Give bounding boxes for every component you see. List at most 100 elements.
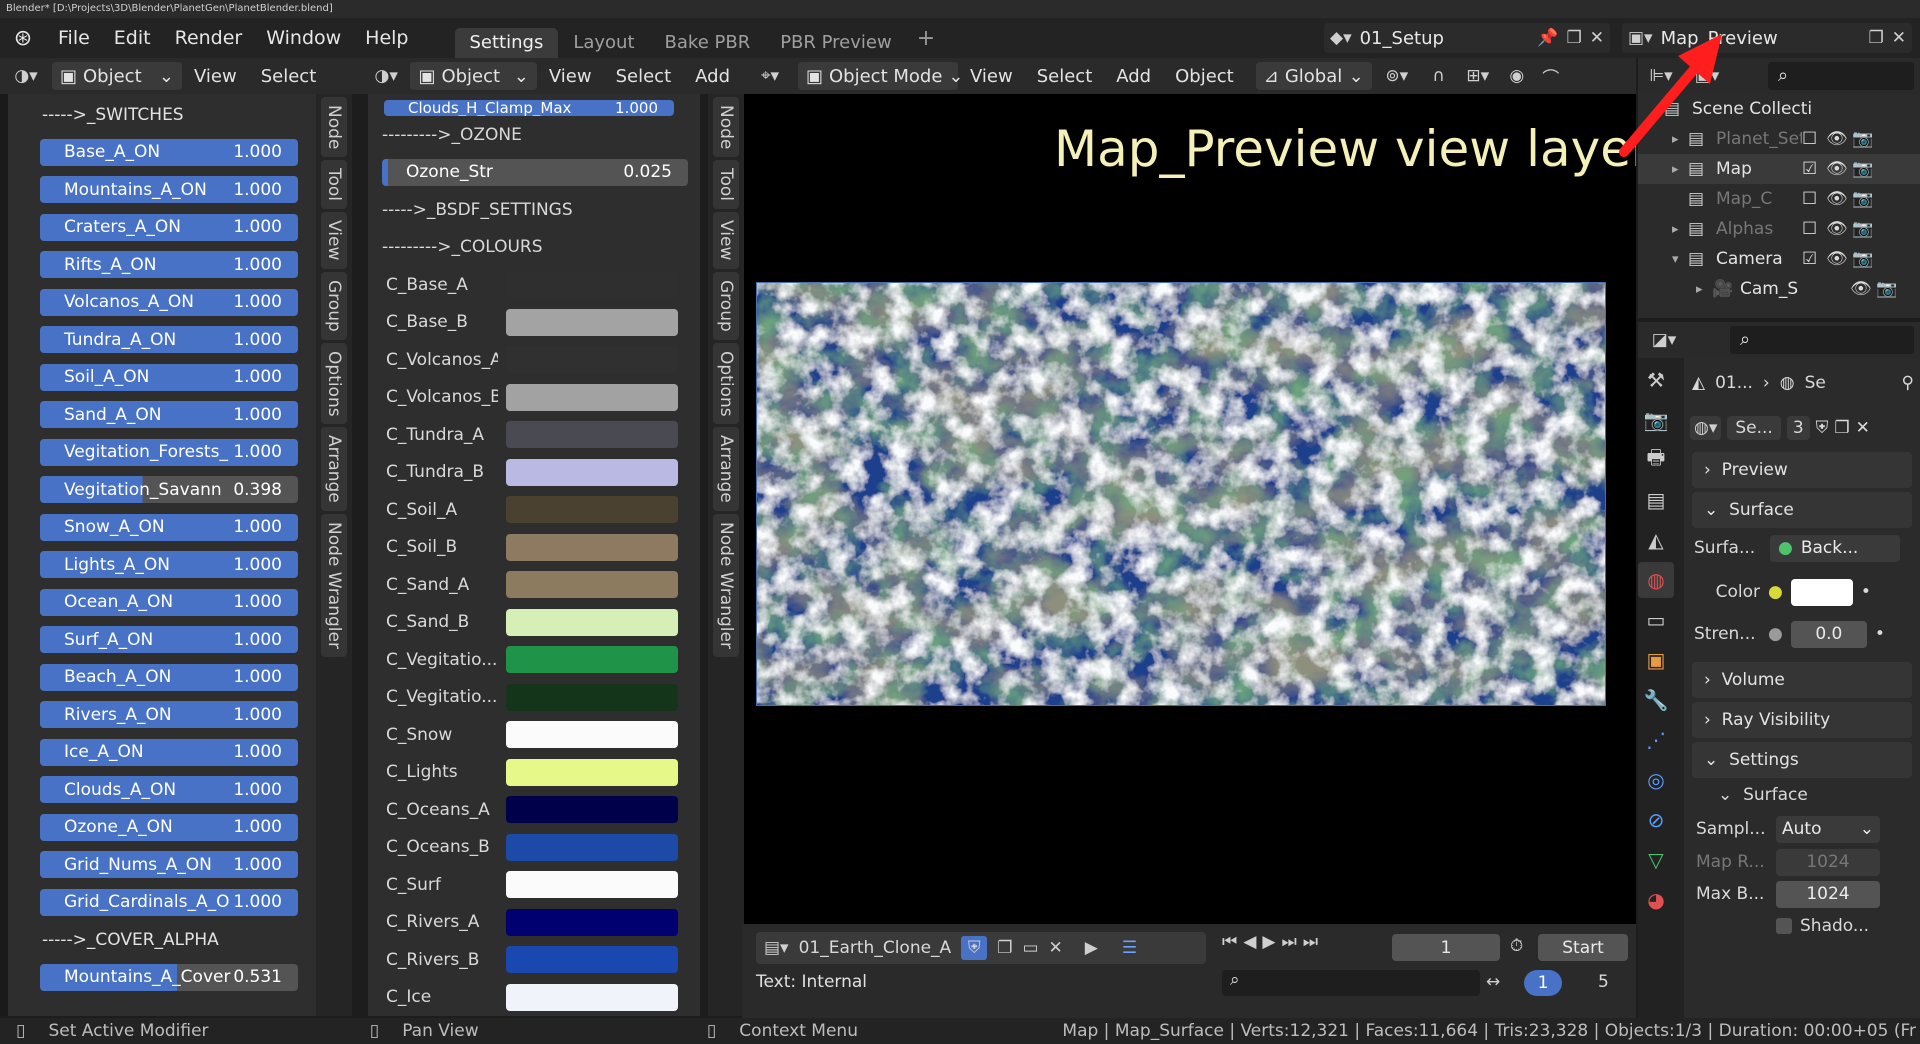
outliner-row[interactable]: ▸ 🎥 Cam_S 👁 📷: [1638, 274, 1920, 304]
editor-type-icon[interactable]: ◑▾: [362, 66, 410, 86]
world-users-count[interactable]: 3: [1786, 416, 1810, 440]
world-tab-icon[interactable]: ◍: [1638, 562, 1674, 598]
tab-settings[interactable]: Settings: [454, 28, 559, 58]
object-dropdown[interactable]: ▣ Object ⌄: [52, 62, 182, 90]
menu-edit[interactable]: Edit: [102, 18, 163, 58]
snap-icon[interactable]: ∩: [1422, 66, 1456, 86]
exclude-checkbox[interactable]: ☐: [1802, 189, 1826, 209]
camera-icon[interactable]: 📷: [1876, 279, 1898, 299]
exclude-checkbox[interactable]: ☑: [1802, 249, 1826, 269]
switch-slider[interactable]: Sand_A_ON 1.000: [40, 401, 298, 429]
open-image-icon[interactable]: ▭: [1022, 938, 1038, 958]
play-icon[interactable]: ▶: [1085, 938, 1098, 958]
switch-slider[interactable]: Beach_A_ON 1.000: [40, 663, 298, 691]
scene-selector[interactable]: ◆▾ 01_Setup 📌 ❐ ✕: [1324, 23, 1610, 53]
ozone-str-field[interactable]: Ozone_Str 0.025: [382, 158, 688, 186]
select-menu[interactable]: Select: [604, 66, 684, 87]
step-back-icon[interactable]: ◀: [1243, 932, 1256, 952]
timeline-search-input[interactable]: ⌕: [1222, 970, 1480, 996]
side-tab-node-wrangler[interactable]: Node Wrangler: [713, 513, 739, 657]
switch-slider[interactable]: Ice_A_ON 1.000: [40, 738, 298, 766]
viewport[interactable]: Map_Preview view layer: [744, 94, 1636, 924]
new-image-icon[interactable]: ❐: [997, 938, 1012, 958]
menu-window[interactable]: Window: [254, 18, 353, 58]
swap-icon[interactable]: ↔: [1486, 972, 1500, 992]
switch-slider[interactable]: Lights_A_ON 1.000: [40, 551, 298, 579]
colour-swatch[interactable]: [506, 533, 678, 561]
switch-slider[interactable]: Volcanos_A_ON 1.000: [40, 288, 298, 316]
add-workspace-icon[interactable]: +: [907, 26, 945, 51]
keyframe-dot-icon[interactable]: •: [1875, 624, 1885, 644]
eye-icon[interactable]: 👁: [1826, 189, 1852, 209]
constraints-tab-icon[interactable]: ⊘: [1638, 802, 1674, 838]
switch-slider[interactable]: Mountains_A_ON 1.000: [40, 176, 298, 204]
switch-slider[interactable]: Clouds_A_ON 1.000: [40, 776, 298, 804]
object-dropdown[interactable]: ▣ Object ⌄: [410, 62, 537, 90]
stopwatch-icon[interactable]: ⏱: [1510, 936, 1523, 956]
switch-slider[interactable]: Vegitation_Forests_ 1.000: [40, 438, 298, 466]
editor-type-icon[interactable]: ▤▾: [764, 938, 789, 958]
switch-slider[interactable]: Snow_A_ON 1.000: [40, 513, 298, 541]
surface-shader-field[interactable]: ● Back...: [1770, 534, 1900, 562]
colour-swatch[interactable]: [506, 271, 678, 299]
menu-help[interactable]: Help: [353, 18, 420, 58]
colour-swatch[interactable]: [506, 308, 678, 336]
camera-icon[interactable]: 📷: [1852, 189, 1874, 209]
view-menu[interactable]: View: [958, 66, 1025, 87]
editor-type-icon[interactable]: ◑▾: [0, 66, 52, 86]
scene-icon[interactable]: ◆▾: [1330, 28, 1352, 48]
object-tab-icon[interactable]: ▣: [1638, 642, 1674, 678]
fake-user-shield-icon[interactable]: ⛨: [961, 936, 988, 960]
new-scene-icon[interactable]: ❐: [1567, 28, 1582, 48]
settings-surface-subheader[interactable]: ⌄ Surface: [1684, 778, 1920, 812]
shadow-checkbox[interactable]: [1776, 918, 1792, 934]
outliner-row[interactable]: ▾ ▤ Camera ☑ 👁 📷: [1638, 244, 1920, 274]
data-tab-icon[interactable]: ▽: [1638, 842, 1674, 878]
menu-file[interactable]: File: [46, 18, 102, 58]
camera-icon[interactable]: 📷: [1852, 129, 1874, 149]
physics-tab-icon[interactable]: ◎: [1638, 762, 1674, 798]
clouds-clamp-slider[interactable]: Clouds_H_Clamp_Max 1.000: [384, 100, 674, 116]
settings-panel-header[interactable]: ⌄ Settings: [1692, 742, 1912, 778]
colour-swatch[interactable]: [506, 758, 678, 786]
colour-swatch[interactable]: [506, 646, 678, 674]
world-name[interactable]: Se...: [1727, 416, 1781, 440]
menu-render[interactable]: Render: [163, 18, 255, 58]
transform-orientation-dropdown[interactable]: ⊿ Global ⌄: [1255, 62, 1372, 90]
switch-slider[interactable]: Surf_A_ON 1.000: [40, 626, 298, 654]
colour-swatch[interactable]: [506, 458, 678, 486]
select-menu[interactable]: Select: [1025, 66, 1105, 87]
play-icon[interactable]: ▶: [1262, 932, 1275, 952]
expand-arrow-icon[interactable]: ▸: [1672, 222, 1688, 237]
side-tab-node[interactable]: Node: [321, 97, 347, 158]
exclude-checkbox[interactable]: ☑: [1802, 159, 1826, 179]
colour-swatch[interactable]: [506, 983, 678, 1011]
close-icon[interactable]: ✕: [1856, 418, 1870, 438]
pin-icon[interactable]: 📌: [1537, 28, 1558, 48]
mode-dropdown[interactable]: ▣ Object Mode ⌄: [798, 62, 964, 90]
preview-panel-header[interactable]: › Preview: [1692, 452, 1912, 488]
range-end-label[interactable]: 5: [1598, 972, 1609, 992]
eye-icon[interactable]: 👁: [1850, 279, 1876, 299]
exclude-checkbox[interactable]: ☐: [1802, 219, 1826, 239]
properties-search-input[interactable]: ⌕: [1730, 326, 1914, 354]
list-icon[interactable]: ☰: [1122, 938, 1137, 958]
switch-slider[interactable]: Grid_Nums_A_ON 1.000: [40, 851, 298, 879]
fake-user-shield-icon[interactable]: ⛨: [1816, 418, 1829, 438]
close-icon[interactable]: ✕: [1892, 28, 1906, 48]
new-view-layer-icon[interactable]: ❐: [1869, 28, 1884, 48]
side-tab-tool[interactable]: Tool: [713, 160, 739, 210]
view-menu[interactable]: View: [537, 66, 604, 87]
colour-swatch[interactable]: [506, 796, 678, 824]
step-forward-icon[interactable]: ⏭: [1281, 932, 1296, 952]
colour-swatch[interactable]: [506, 383, 678, 411]
view-layer-tab-icon[interactable]: ▤: [1638, 482, 1674, 518]
start-frame-field[interactable]: Start: [1538, 934, 1628, 961]
image-name[interactable]: 01_Earth_Clone_A: [799, 938, 952, 958]
outliner-row[interactable]: ▤ Map_C ☐ 👁 📷: [1638, 184, 1920, 214]
outliner-row[interactable]: ▸ ▤ Alphas ☐ 👁 📷: [1638, 214, 1920, 244]
pivot-icon[interactable]: ⊚▾: [1372, 66, 1422, 86]
eye-icon[interactable]: 👁: [1826, 159, 1852, 179]
side-tab-node[interactable]: Node: [713, 97, 739, 158]
blender-logo-icon[interactable]: ⊛: [0, 18, 46, 58]
